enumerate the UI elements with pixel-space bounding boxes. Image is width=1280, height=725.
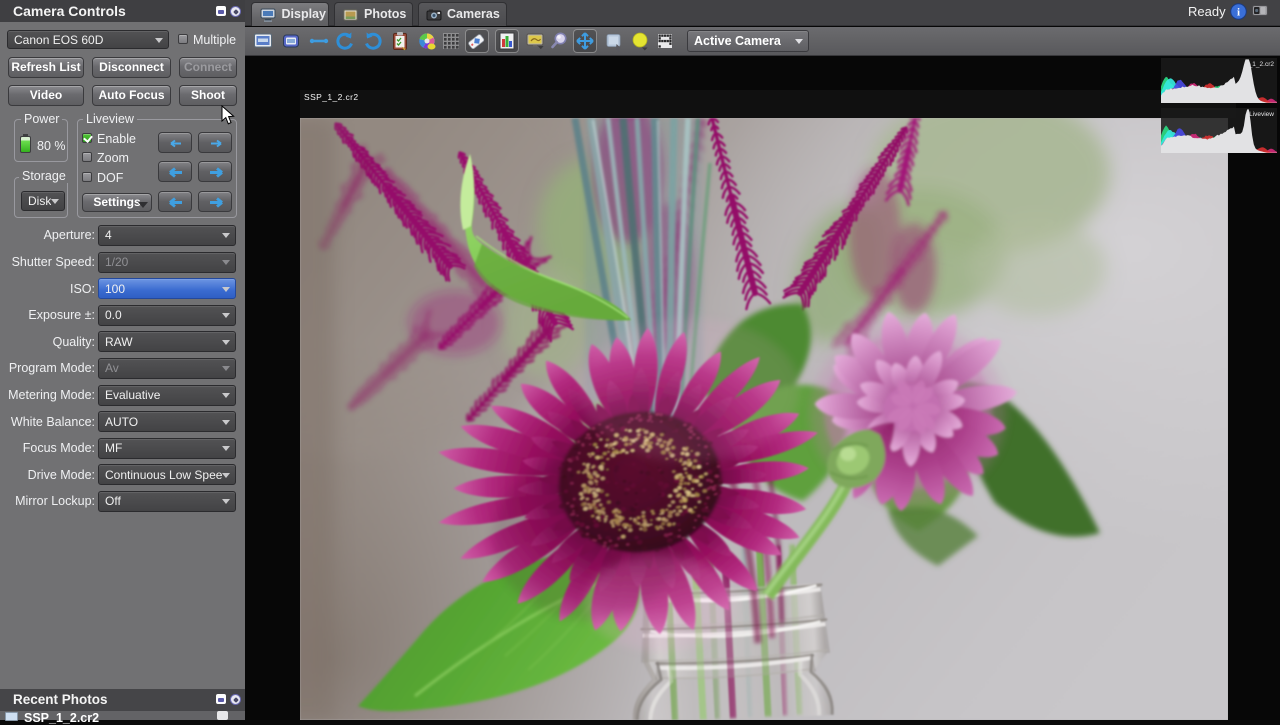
svg-text:Liveview: Liveview [1249, 111, 1274, 118]
svg-text:i: i [1237, 7, 1240, 19]
svg-text:P_1_2.cr2: P_1_2.cr2 [1244, 61, 1274, 68]
